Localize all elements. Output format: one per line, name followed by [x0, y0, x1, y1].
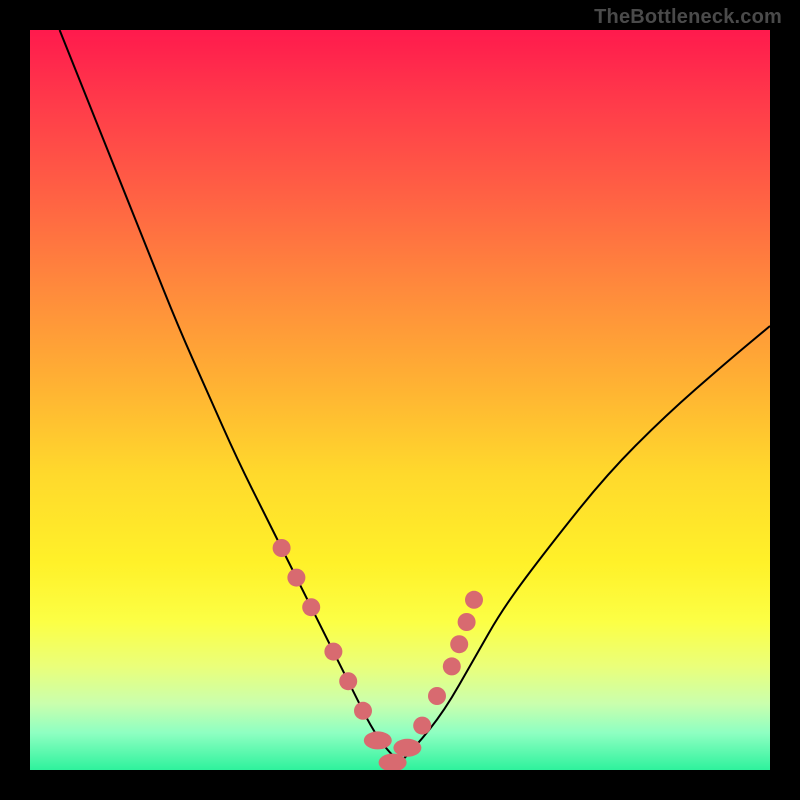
data-marker	[428, 687, 446, 705]
data-marker	[339, 672, 357, 690]
data-marker	[302, 598, 320, 616]
curve-right-branch	[400, 326, 770, 763]
data-marker	[465, 591, 483, 609]
watermark-text: TheBottleneck.com	[594, 6, 782, 29]
data-marker	[413, 717, 431, 735]
chart-frame: TheBottleneck.com	[0, 0, 800, 800]
data-marker	[324, 643, 342, 661]
data-marker	[458, 613, 476, 631]
curve-left-branch	[60, 30, 400, 763]
chart-svg	[30, 30, 770, 770]
data-marker	[287, 569, 305, 587]
data-marker	[364, 731, 392, 749]
marker-group	[273, 539, 483, 770]
data-marker	[450, 635, 468, 653]
data-marker	[354, 702, 372, 720]
plot-area	[30, 30, 770, 770]
data-marker	[273, 539, 291, 557]
data-marker	[393, 739, 421, 757]
data-marker	[443, 657, 461, 675]
